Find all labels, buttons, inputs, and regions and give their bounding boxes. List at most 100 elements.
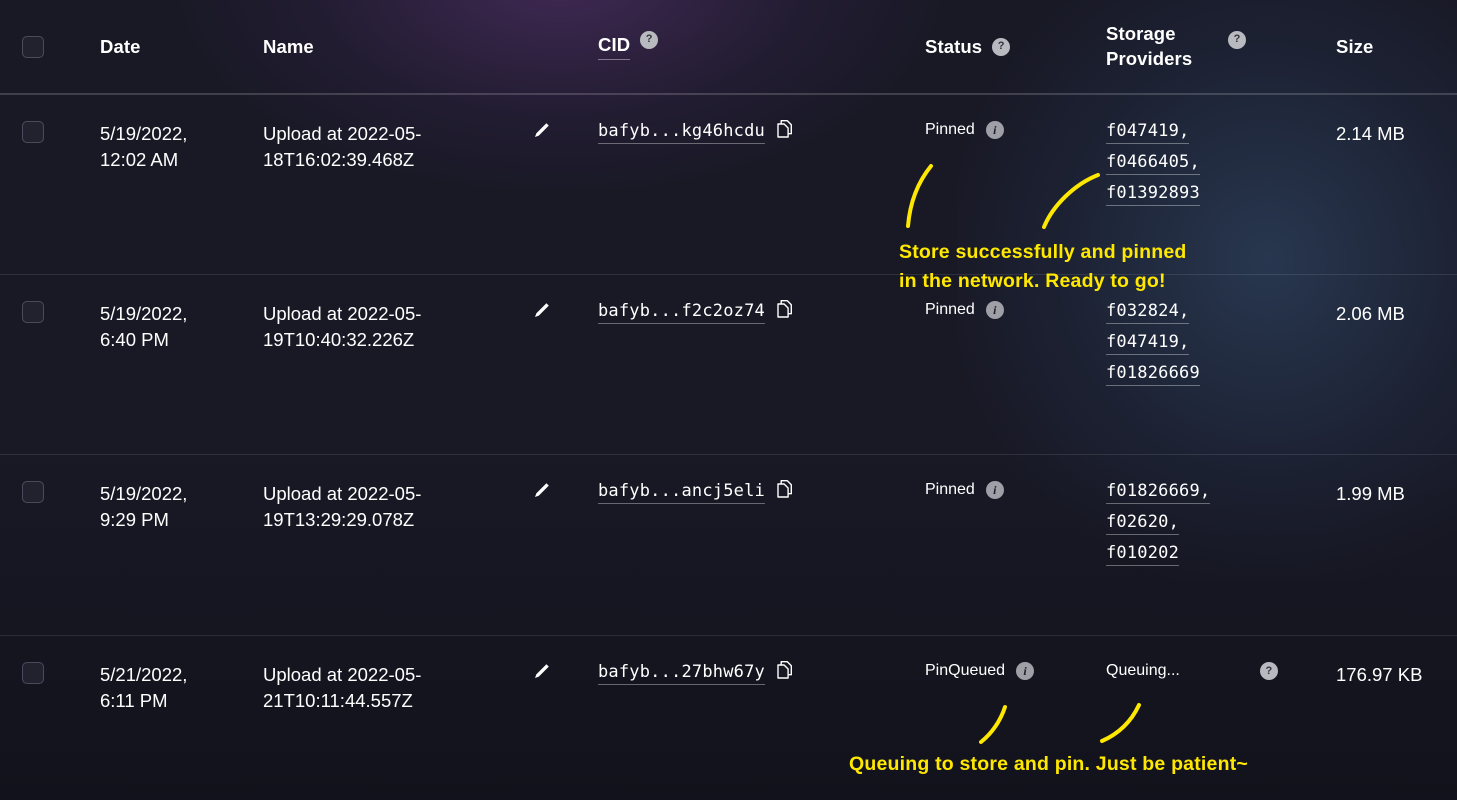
copy-icon[interactable] — [775, 660, 794, 686]
storage-provider-item: f0466405, — [1106, 152, 1336, 175]
pencil-icon[interactable] — [531, 660, 553, 682]
header-label-size: Size — [1336, 35, 1374, 57]
row-storage-providers-cell: f032824, f047419, f01826669 — [1106, 275, 1336, 386]
header-cell-size[interactable]: Size — [1336, 36, 1457, 58]
row-cid-cell: bafyb...kg46hcdu — [598, 95, 925, 145]
status-badge: PinQueued — [925, 662, 1006, 679]
row-cid-cell: bafyb...27bhw67y — [598, 636, 925, 686]
storage-provider-id[interactable]: f047419, — [1106, 332, 1190, 355]
storage-provider-item: f010202 — [1106, 543, 1336, 566]
select-all-checkbox[interactable] — [22, 35, 44, 58]
row-select-cell — [0, 275, 100, 323]
row-date-cell: 5/21/2022, 6:11 PM — [100, 636, 263, 715]
row-select-cell — [0, 636, 100, 684]
status-badge: Pinned — [925, 121, 975, 138]
row-size: 1.99 MB — [1336, 483, 1405, 504]
pencil-icon[interactable] — [531, 299, 553, 321]
row-size: 2.14 MB — [1336, 123, 1405, 144]
row-date-cell: 5/19/2022, 9:29 PM — [100, 455, 263, 534]
row-cid[interactable]: bafyb...kg46hcdu — [598, 121, 765, 144]
copy-icon[interactable] — [775, 119, 794, 145]
copy-icon[interactable] — [775, 299, 794, 325]
storage-provider-id[interactable]: f01392893 — [1106, 183, 1200, 206]
header-label-status: Status — [925, 35, 983, 57]
row-name: Upload at 2022-05-18T16:02:39.468Z — [263, 123, 422, 171]
header-cell-date[interactable]: Date — [100, 36, 263, 58]
row-checkbox[interactable] — [22, 301, 44, 323]
row-storage-providers-cell: Queuing... ? — [1106, 636, 1336, 680]
header-cell-cid[interactable]: CID ? — [598, 30, 925, 60]
files-table: Date Name CID ? Status ? Storage Provide… — [0, 0, 1457, 800]
row-select-cell — [0, 95, 100, 143]
storage-provider-item: f01826669 — [1106, 363, 1336, 386]
storage-provider-item: f047419, — [1106, 332, 1336, 355]
storage-provider-id[interactable]: f01826669, — [1106, 481, 1211, 504]
row-cid[interactable]: bafyb...f2c2oz74 — [598, 301, 765, 324]
storage-provider-id[interactable]: f02620, — [1106, 512, 1180, 535]
help-icon[interactable]: ? — [992, 37, 1011, 56]
info-icon[interactable]: i — [1016, 662, 1035, 680]
help-icon[interactable]: ? — [1228, 30, 1246, 49]
row-checkbox[interactable] — [22, 121, 44, 143]
row-date: 5/19/2022, 9:29 PM — [100, 483, 188, 531]
storage-provider-item: f01392893 — [1106, 183, 1336, 206]
header-cell-select — [0, 35, 100, 58]
table-row[interactable]: 5/19/2022, 6:40 PM Upload at 2022-05-19T… — [0, 275, 1457, 455]
row-cid-cell: bafyb...ancj5eli — [598, 455, 925, 505]
storage-provider-id[interactable]: f01826669 — [1106, 363, 1200, 386]
row-size-cell: 1.99 MB — [1336, 455, 1457, 507]
storage-provider-item: f032824, — [1106, 301, 1336, 324]
header-label-cid: CID — [598, 34, 631, 60]
row-storage-providers-cell: f047419, f0466405, f01392893 — [1106, 95, 1336, 206]
row-size: 2.06 MB — [1336, 303, 1405, 324]
row-name: Upload at 2022-05-19T13:29:29.078Z — [263, 483, 422, 531]
copy-icon[interactable] — [775, 479, 794, 505]
table-row[interactable]: 5/19/2022, 9:29 PM Upload at 2022-05-19T… — [0, 455, 1457, 636]
header-cell-name[interactable]: Name — [263, 36, 598, 58]
header-label-name: Name — [263, 35, 314, 57]
row-size-cell: 2.06 MB — [1336, 275, 1457, 327]
storage-provider-id[interactable]: f047419, — [1106, 121, 1190, 144]
row-checkbox[interactable] — [22, 662, 44, 684]
storage-provider-id[interactable]: f0466405, — [1106, 152, 1200, 175]
row-cid-cell: bafyb...f2c2oz74 — [598, 275, 925, 325]
row-size-cell: 176.97 KB — [1336, 636, 1457, 688]
header-cell-storage-providers[interactable]: Storage Providers ? — [1106, 22, 1336, 71]
row-name: Upload at 2022-05-21T10:11:44.557Z — [263, 664, 422, 712]
info-icon[interactable]: i — [985, 121, 1004, 139]
info-icon[interactable]: i — [985, 301, 1004, 319]
pencil-icon[interactable] — [531, 479, 553, 501]
row-status-cell: PinQueued i — [925, 636, 1106, 680]
row-select-cell — [0, 455, 100, 503]
row-status-cell: Pinned i — [925, 95, 1106, 139]
row-storage-providers-cell: f01826669, f02620, f010202 — [1106, 455, 1336, 566]
info-icon[interactable]: i — [985, 481, 1004, 499]
help-icon[interactable]: ? — [1259, 662, 1278, 680]
table-row[interactable]: 5/21/2022, 6:11 PM Upload at 2022-05-21T… — [0, 636, 1457, 800]
row-size-cell: 2.14 MB — [1336, 95, 1457, 147]
table-row[interactable]: 5/19/2022, 12:02 AM Upload at 2022-05-18… — [0, 95, 1457, 275]
table-header-row: Date Name CID ? Status ? Storage Provide… — [0, 0, 1457, 95]
row-date: 5/21/2022, 6:11 PM — [100, 664, 188, 712]
header-cell-status[interactable]: Status ? — [925, 36, 1106, 58]
storage-provider-item: f01826669, — [1106, 481, 1336, 504]
row-cid[interactable]: bafyb...27bhw67y — [598, 662, 765, 685]
row-name: Upload at 2022-05-19T10:40:32.226Z — [263, 303, 422, 351]
status-badge: Pinned — [925, 301, 975, 318]
help-icon[interactable]: ? — [640, 30, 659, 49]
row-date-cell: 5/19/2022, 12:02 AM — [100, 95, 263, 174]
header-label-date: Date — [100, 35, 141, 57]
storage-provider-id[interactable]: f032824, — [1106, 301, 1190, 324]
row-name-cell: Upload at 2022-05-19T13:29:29.078Z — [263, 455, 598, 534]
row-date: 5/19/2022, 6:40 PM — [100, 303, 188, 351]
storage-provider-id[interactable]: f010202 — [1106, 543, 1180, 566]
header-label-storage-providers: Storage Providers — [1106, 23, 1193, 69]
row-date-cell: 5/19/2022, 6:40 PM — [100, 275, 263, 354]
storage-provider-status: Queuing... — [1106, 662, 1180, 679]
row-name-cell: Upload at 2022-05-19T10:40:32.226Z — [263, 275, 598, 354]
pencil-icon[interactable] — [531, 119, 553, 141]
storage-provider-item: f047419, — [1106, 121, 1336, 144]
row-status-cell: Pinned i — [925, 275, 1106, 319]
row-cid[interactable]: bafyb...ancj5eli — [598, 481, 765, 504]
row-checkbox[interactable] — [22, 481, 44, 503]
